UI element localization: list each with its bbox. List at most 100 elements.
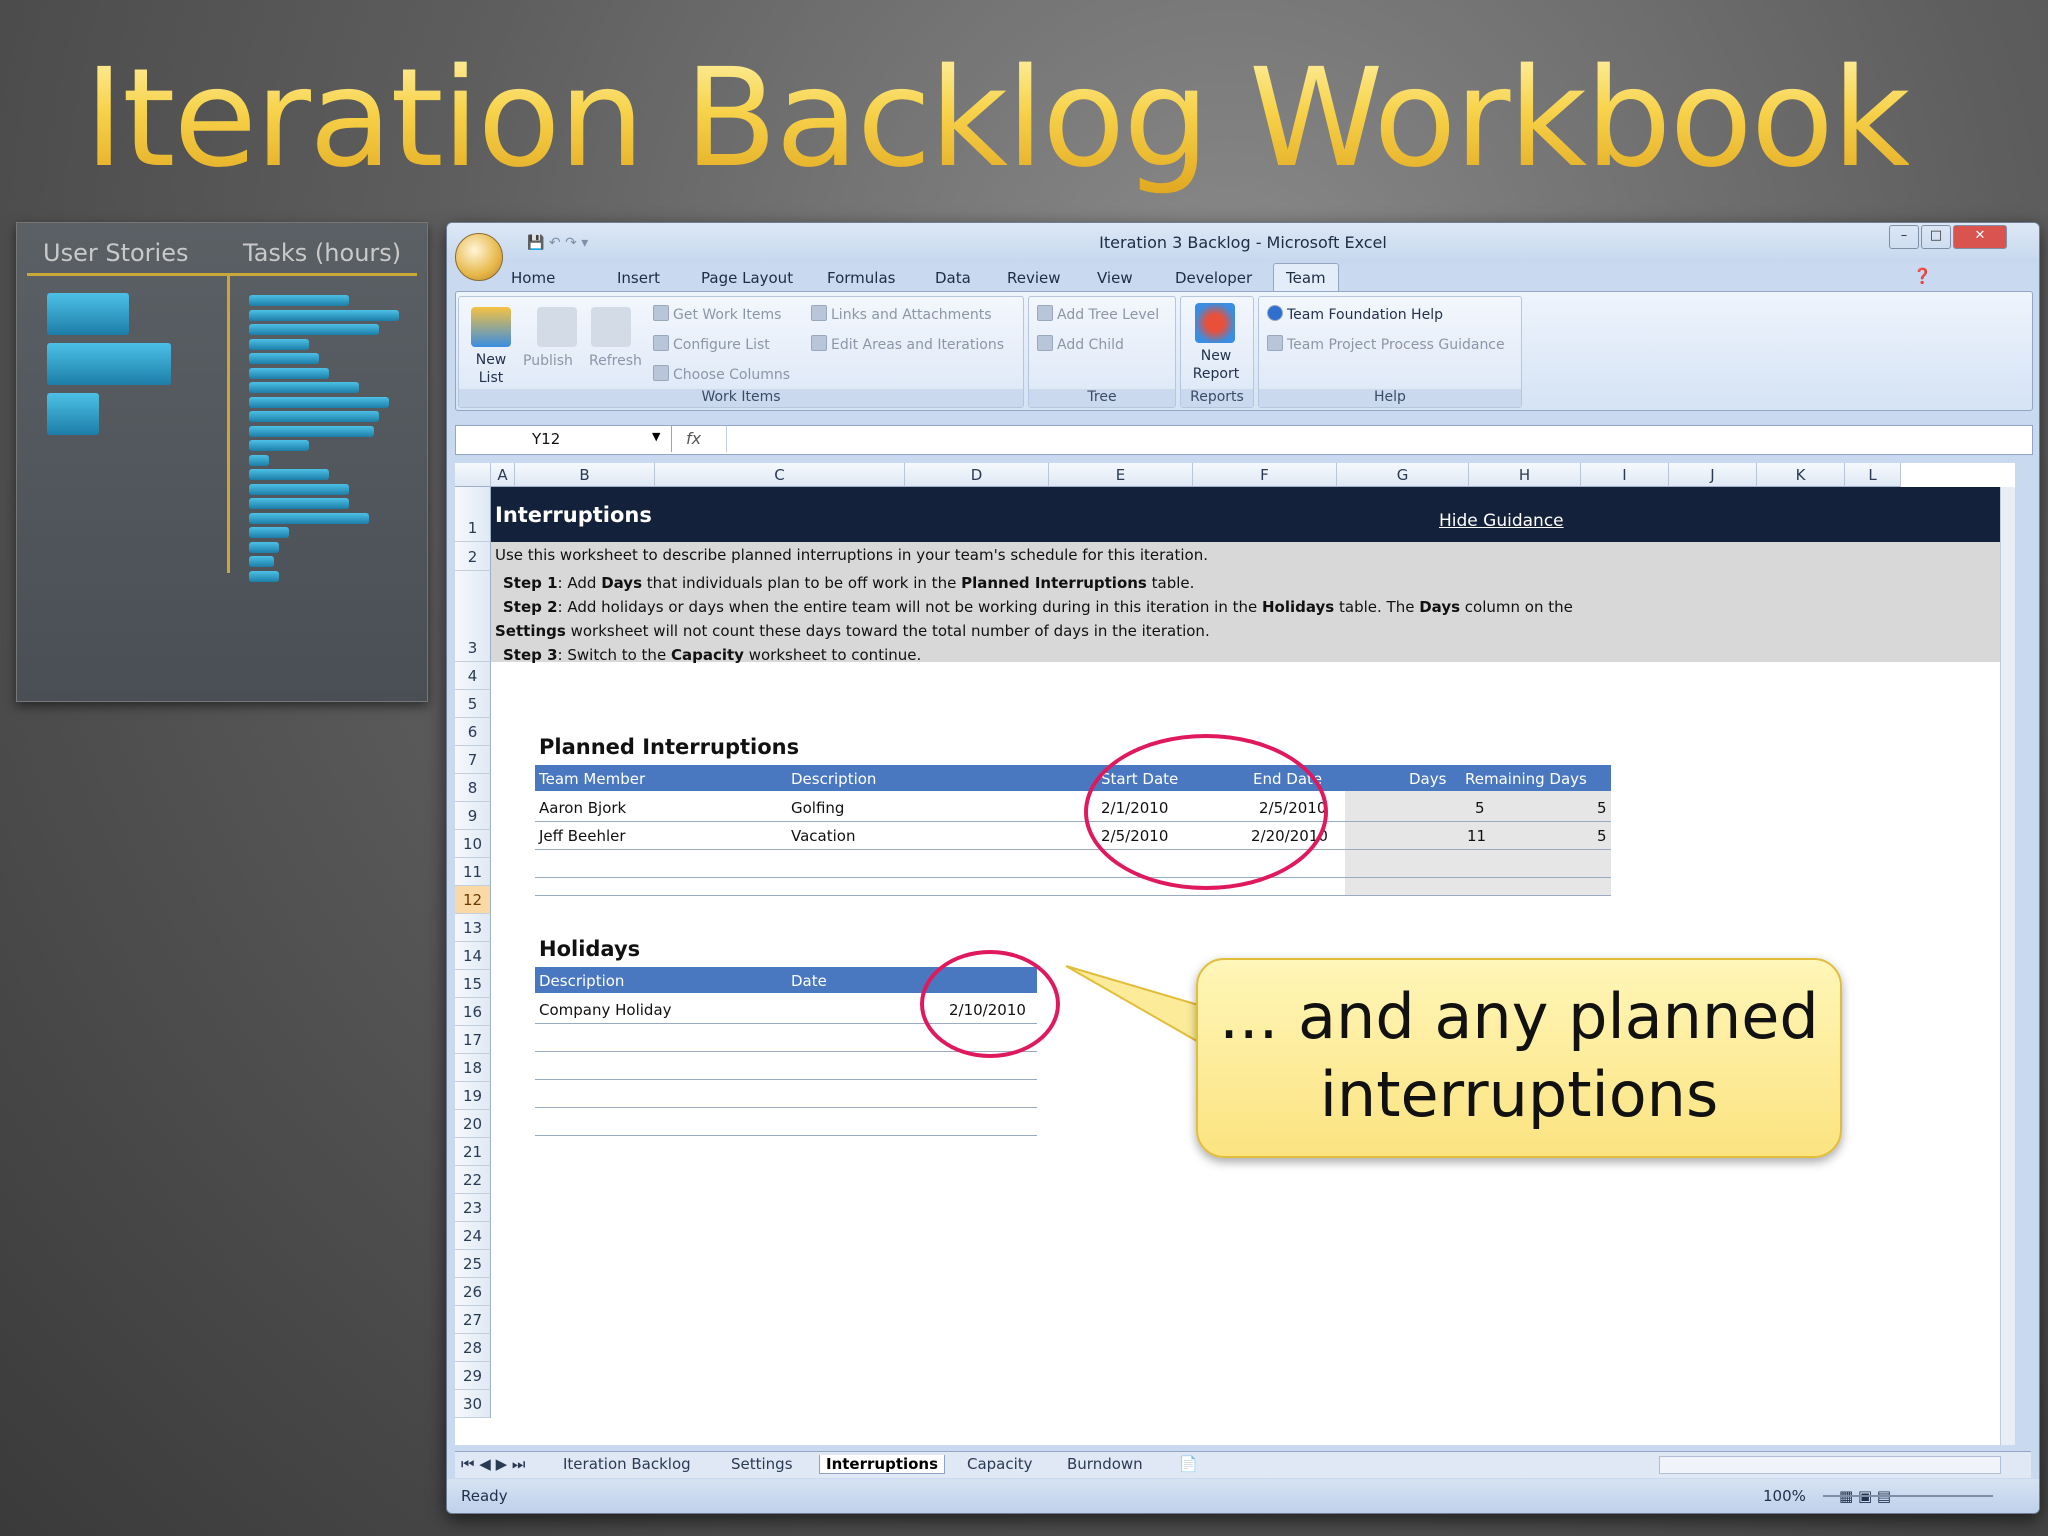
row-header-25[interactable]: 25 [455,1250,491,1278]
tab-formulas[interactable]: Formulas [827,269,895,287]
tab-data[interactable]: Data [935,269,971,287]
worksheet-grid: ABCDEFGHIJKL 1 2 3 4 5 6 7 8 9 10 11 12 13 14 15 16 17 18… [455,463,2015,1445]
maximize-button[interactable]: □ [1921,225,1951,249]
sheet-tab-capacity[interactable]: Capacity [967,1455,1033,1473]
tab-developer[interactable]: Developer [1175,269,1252,287]
table-row-2-remaining[interactable]: 5 [1597,827,1607,845]
row-header-18[interactable]: 18 [455,1054,491,1082]
row-header-22[interactable]: 22 [455,1166,491,1194]
table-row-1-description[interactable]: Golfing [791,799,844,817]
zoom-slider[interactable] [1823,1495,1993,1497]
table-row-2-description[interactable]: Vacation [791,827,855,845]
get-work-items-icon [653,305,669,321]
table-row-1-remaining[interactable]: 5 [1597,799,1607,817]
row-header-11[interactable]: 11 [455,858,491,886]
table-row-1-days[interactable]: 5 [1475,799,1485,817]
row-header-20[interactable]: 20 [455,1110,491,1138]
row-header-7[interactable]: 7 [455,746,491,774]
row-header-1[interactable]: 1 [455,487,491,542]
row-header-26[interactable]: 26 [455,1278,491,1306]
insert-sheet-icon[interactable]: 📄 [1179,1455,1198,1473]
edit-areas-button[interactable]: Edit Areas and Iterations [811,335,1004,353]
holiday-row-1-description[interactable]: Company Holiday [539,1001,672,1019]
column-header-i[interactable]: I [1581,463,1669,487]
zoom-level[interactable]: 100% [1763,1487,1806,1505]
row-header-4[interactable]: 4 [455,662,491,690]
column-header-h[interactable]: H [1469,463,1581,487]
column-header-l[interactable]: L [1845,463,1901,487]
row-header-2[interactable]: 2 [455,542,491,571]
column-header-j[interactable]: J [1669,463,1757,487]
column-header-g[interactable]: G [1337,463,1469,487]
new-list-button[interactable]: New List [465,351,517,387]
row-header-30[interactable]: 30 [455,1390,491,1418]
refresh-button[interactable]: Refresh [589,353,642,369]
row-header-23[interactable]: 23 [455,1194,491,1222]
choose-columns-button[interactable]: Choose Columns [653,365,790,383]
name-box[interactable]: Y12 [456,426,672,452]
sheet-tab-interruptions[interactable]: Interruptions [819,1455,946,1474]
sheet-tab-burndown[interactable]: Burndown [1067,1455,1143,1473]
row-header-29[interactable]: 29 [455,1362,491,1390]
minimize-button[interactable]: – [1889,225,1919,249]
row-header-5[interactable]: 5 [455,690,491,718]
column-header-e[interactable]: E [1049,463,1193,487]
task-bar [249,454,269,466]
get-work-items-button[interactable]: Get Work Items [653,305,781,323]
fx-icon[interactable]: fx [686,429,701,448]
add-tree-level-button[interactable]: Add Tree Level [1037,305,1159,323]
title-bar: 💾 ↶ ↷ ▾ Iteration 3 Backlog - Microsoft … [447,223,2039,263]
sheet-tab-settings[interactable]: Settings [731,1455,793,1473]
formula-input[interactable] [726,426,2032,452]
row-header-17[interactable]: 17 [455,1026,491,1054]
team-foundation-help-button[interactable]: Team Foundation Help [1267,305,1443,323]
row-header-21[interactable]: 21 [455,1138,491,1166]
sheet-nav-icon[interactable]: ⏮ ◀ ▶ ⏭ [461,1455,525,1473]
tab-insert[interactable]: Insert [617,269,660,287]
links-attachments-button[interactable]: Links and Attachments [811,305,992,323]
help-icon[interactable]: ❓ [1913,267,1932,285]
horizontal-scrollbar[interactable] [1659,1456,2001,1474]
column-header-c[interactable]: C [655,463,905,487]
row-header-19[interactable]: 19 [455,1082,491,1110]
row-header-3[interactable]: 3 [455,571,491,662]
guidance-header-band: Interruptions Hide Guidance [491,487,2001,542]
row-header-16[interactable]: 16 [455,998,491,1026]
row-header-13[interactable]: 13 [455,914,491,942]
hide-guidance-link[interactable]: Hide Guidance [1439,511,1564,531]
row-header-27[interactable]: 27 [455,1306,491,1334]
row-header-6[interactable]: 6 [455,718,491,746]
configure-list-button[interactable]: Configure List [653,335,770,353]
row-header-8[interactable]: 8 [455,774,491,802]
sheet-tab-iteration-backlog[interactable]: Iteration Backlog [563,1455,691,1473]
row-header-24[interactable]: 24 [455,1222,491,1250]
column-header-k[interactable]: K [1757,463,1845,487]
table-row-2-days[interactable]: 11 [1467,827,1486,845]
column-header-d[interactable]: D [905,463,1049,487]
close-button[interactable]: ✕ [1953,225,2007,249]
column-header-a[interactable]: A [491,463,515,487]
column-header-b[interactable]: B [515,463,655,487]
vertical-scrollbar[interactable] [2000,487,2015,1445]
row-header-12[interactable]: 12 [455,886,491,914]
process-guidance-button[interactable]: Team Project Process Guidance [1267,335,1505,353]
group-label-help: Help [1259,389,1521,407]
tab-review[interactable]: Review [1007,269,1061,287]
tab-home[interactable]: Home [511,269,555,287]
office-button[interactable] [455,233,503,281]
select-all-corner[interactable] [455,463,491,487]
column-header-f[interactable]: F [1193,463,1337,487]
add-child-button[interactable]: Add Child [1037,335,1124,353]
row-header-10[interactable]: 10 [455,830,491,858]
row-header-14[interactable]: 14 [455,942,491,970]
table-row-1-member[interactable]: Aaron Bjork [539,799,626,817]
row-header-15[interactable]: 15 [455,970,491,998]
row-header-9[interactable]: 9 [455,802,491,830]
table-row-2-member[interactable]: Jeff Beehler [539,827,626,845]
name-box-dropdown-icon[interactable]: ▼ [652,430,660,443]
publish-button[interactable]: Publish [523,353,573,369]
tab-view[interactable]: View [1097,269,1133,287]
new-report-button[interactable]: New Report [1185,347,1247,383]
row-header-28[interactable]: 28 [455,1334,491,1362]
tab-page-layout[interactable]: Page Layout [701,269,793,287]
